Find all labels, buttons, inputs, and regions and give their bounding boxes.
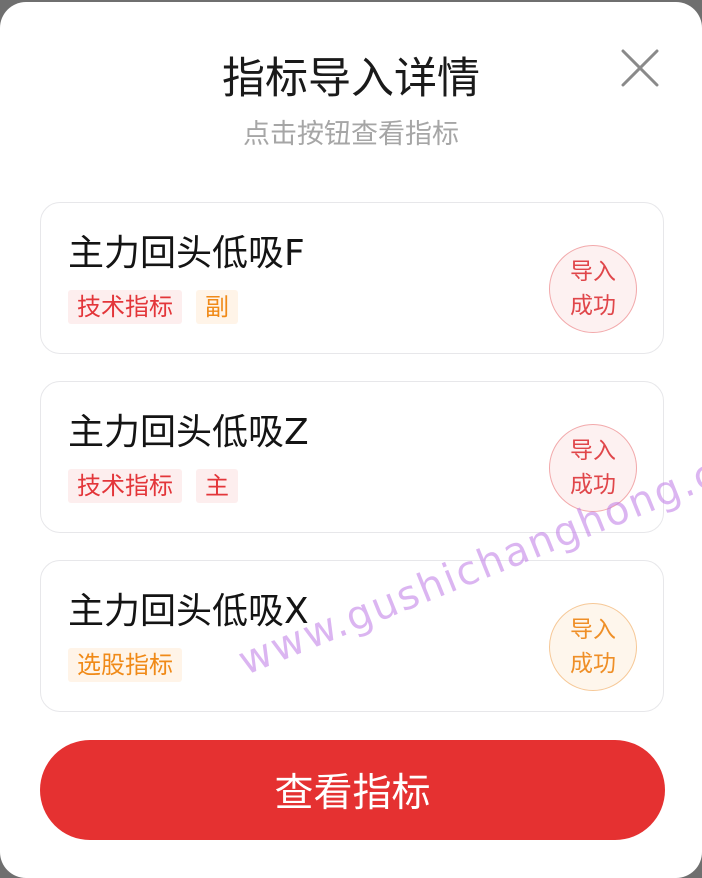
indicator-tags: 技术指标 副 xyxy=(68,290,238,324)
import-success-stamp: 导入 成功 xyxy=(549,603,637,691)
import-success-stamp: 导入 成功 xyxy=(549,424,637,512)
indicator-tags: 选股指标 xyxy=(68,648,182,682)
indicator-card: 主力回头低吸Z 技术指标 主 导入 成功 xyxy=(40,381,664,533)
tag-type: 技术指标 xyxy=(68,469,182,503)
view-indicators-button[interactable]: 查看指标 xyxy=(40,740,665,840)
indicator-card: 主力回头低吸F 技术指标 副 导入 成功 xyxy=(40,202,664,354)
stamp-line2: 成功 xyxy=(570,293,616,319)
indicator-name: 主力回头低吸F xyxy=(68,233,305,274)
indicator-name: 主力回头低吸X xyxy=(68,591,309,632)
stamp-line2: 成功 xyxy=(570,651,616,677)
stamp-line1: 导入 xyxy=(570,259,616,285)
tag-type: 选股指标 xyxy=(68,648,182,682)
indicator-card: 主力回头低吸X 选股指标 导入 成功 xyxy=(40,560,664,712)
tag-type: 技术指标 xyxy=(68,290,182,324)
tag-role: 主 xyxy=(196,469,238,503)
import-success-stamp: 导入 成功 xyxy=(549,245,637,333)
stamp-line1: 导入 xyxy=(570,438,616,464)
indicator-name: 主力回头低吸Z xyxy=(68,412,309,453)
stamp-line2: 成功 xyxy=(570,472,616,498)
close-icon[interactable] xyxy=(616,44,664,92)
stamp-line1: 导入 xyxy=(570,617,616,643)
tag-role: 副 xyxy=(196,290,238,324)
dialog-subtitle: 点击按钮查看指标 xyxy=(243,119,459,150)
import-details-dialog: 指标导入详情 点击按钮查看指标 主力回头低吸F 技术指标 副 导入 成功 主力回… xyxy=(0,2,702,878)
indicator-tags: 技术指标 主 xyxy=(68,469,238,503)
dialog-title: 指标导入详情 xyxy=(222,54,480,104)
